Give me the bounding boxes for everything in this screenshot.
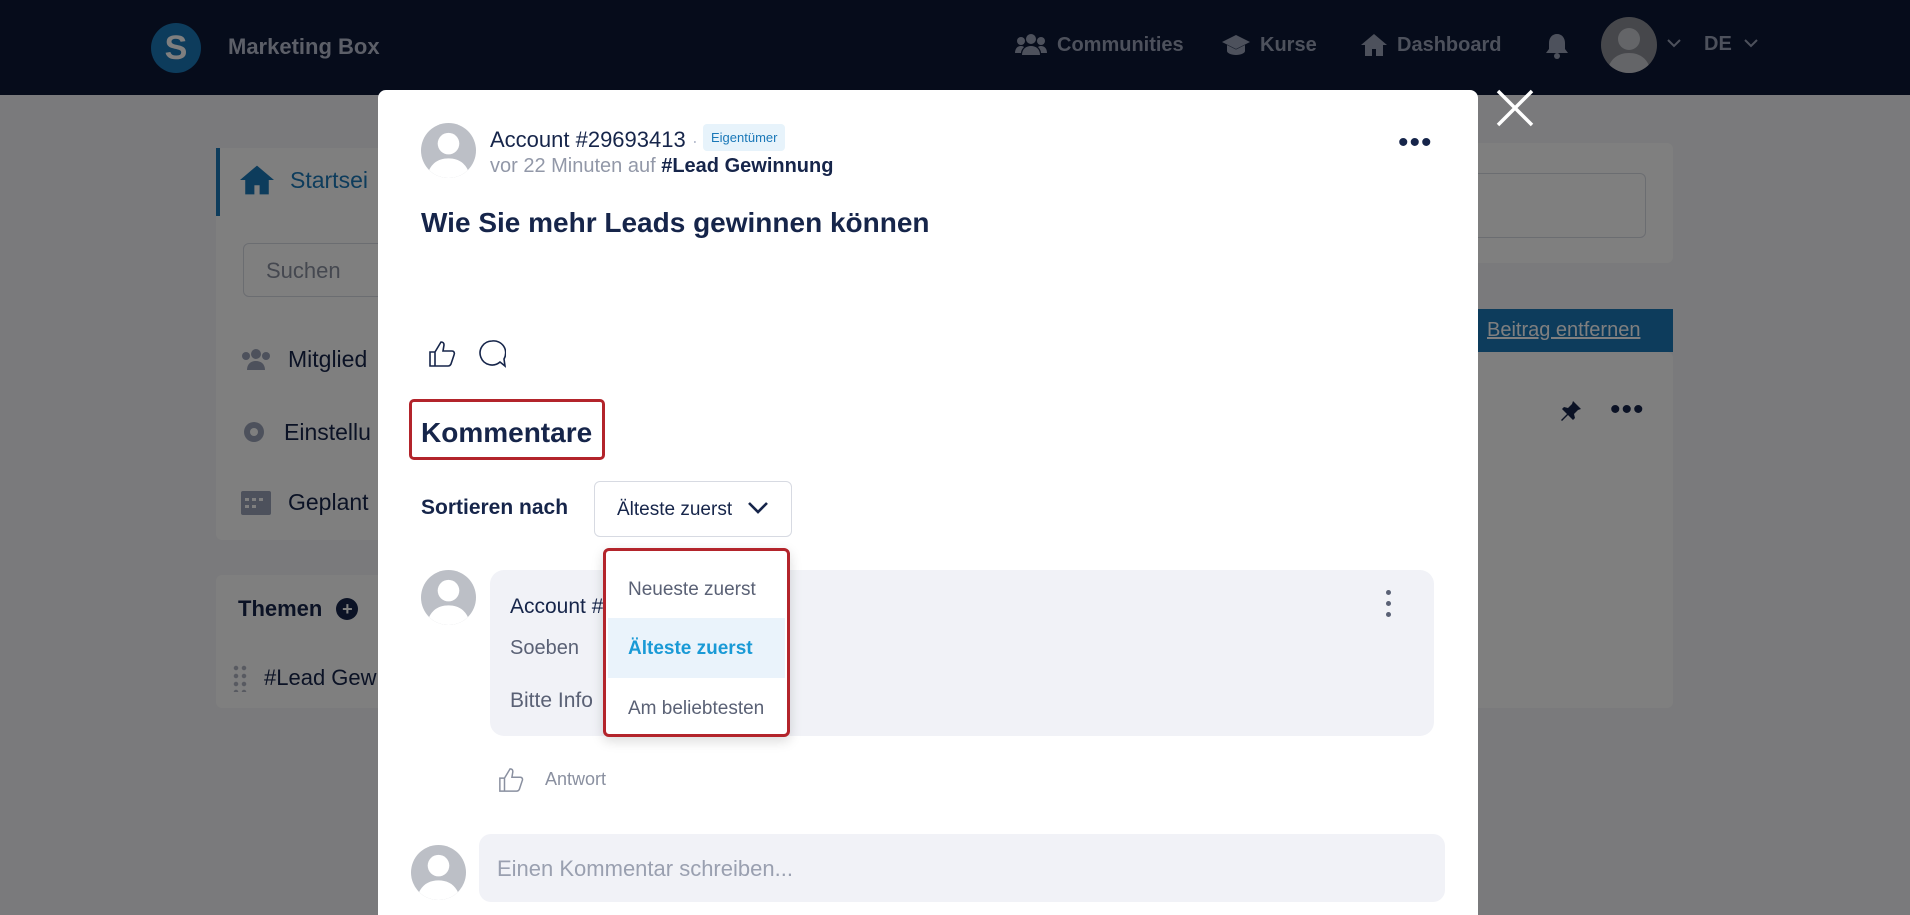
- post-author-name: Account #29693413: [490, 127, 686, 152]
- post-topic-link[interactable]: #Lead Gewinnung: [661, 155, 833, 177]
- comments-heading: Kommentare: [421, 417, 593, 448]
- sort-option-oldest[interactable]: Älteste zuerst: [608, 618, 785, 678]
- sort-select[interactable]: Älteste zuerst: [594, 481, 792, 537]
- author-avatar[interactable]: [421, 123, 476, 178]
- post-title: Wie Sie mehr Leads gewinnen können: [421, 207, 930, 238]
- avatar-person-icon: [426, 579, 471, 625]
- sort-dropdown-menu: Neueste zuerst Älteste zuerst Am beliebt…: [603, 548, 790, 737]
- comments-heading-highlight: Kommentare: [409, 399, 605, 460]
- post-author[interactable]: Account #29693413 ·: [490, 127, 698, 153]
- comment-time: Soeben: [510, 637, 579, 659]
- comment-author[interactable]: Account #: [510, 595, 603, 619]
- more-options-icon[interactable]: •••: [1398, 126, 1433, 160]
- post-meta: vor 22 Minuten auf #Lead Gewinnung: [490, 155, 833, 178]
- avatar-person-icon: [426, 132, 471, 178]
- sort-selected-value: Älteste zuerst: [617, 499, 733, 520]
- chevron-down-icon: [748, 502, 768, 514]
- sort-option-popular[interactable]: Am beliebtesten: [608, 678, 785, 738]
- like-icon[interactable]: [428, 340, 456, 368]
- comment-author-avatar[interactable]: [421, 570, 476, 625]
- sort-label: Sortieren nach: [421, 496, 569, 519]
- sort-option-newest[interactable]: Neueste zuerst: [608, 559, 785, 619]
- separator: ·: [691, 131, 698, 151]
- comment-more-options-icon[interactable]: [1386, 590, 1394, 623]
- current-user-avatar: [411, 845, 466, 900]
- post-time: vor 22 Minuten auf: [490, 155, 662, 177]
- owner-badge: Eigentümer: [703, 124, 786, 151]
- comment-icon[interactable]: [478, 339, 506, 369]
- avatar-person-icon: [416, 854, 461, 900]
- close-icon[interactable]: [1495, 88, 1535, 128]
- comment-input[interactable]: Einen Kommentar schreiben...: [479, 834, 1445, 902]
- reply-button[interactable]: Antwort: [545, 769, 606, 790]
- like-icon[interactable]: [498, 766, 524, 794]
- comment-text: Bitte Info: [510, 689, 593, 712]
